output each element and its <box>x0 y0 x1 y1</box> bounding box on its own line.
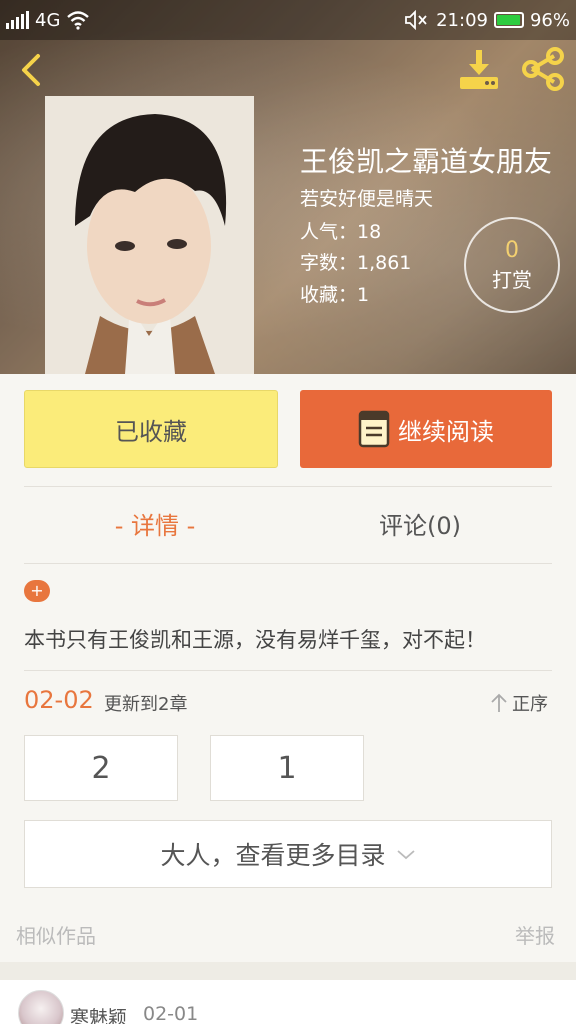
book-cover-image[interactable] <box>45 96 254 374</box>
update-date: 02-02 <box>24 686 94 714</box>
sort-order-label: 正序 <box>512 694 548 715</box>
favorited-button[interactable]: 已收藏 <box>24 390 278 468</box>
back-button[interactable] <box>12 48 52 92</box>
similar-works-heading: 相似作品 <box>16 924 96 948</box>
share-button[interactable] <box>518 46 568 92</box>
battery-icon <box>493 12 524 28</box>
more-chapters-label: 大人，查看更多目录 <box>160 841 386 870</box>
up-arrow-icon <box>491 693 507 712</box>
popularity-stat: 人气：18 <box>300 221 382 243</box>
tab-comments[interactable]: 评论(0) <box>350 506 490 541</box>
book-author[interactable]: 若安好便是晴天 <box>300 184 433 211</box>
favorites-stat: 收藏：1 <box>300 284 370 306</box>
download-button[interactable] <box>456 46 502 92</box>
sort-order-button[interactable]: 正序 <box>490 690 548 716</box>
status-bar: 4G 21:09 96% <box>0 0 576 40</box>
book-title: 王俊凯之霸道女朋友 <box>300 145 553 178</box>
report-link[interactable]: 举报 <box>515 920 555 949</box>
more-chapters-button[interactable]: 大人，查看更多目录 <box>24 820 552 888</box>
comment-date: 02-01 <box>143 1003 199 1024</box>
favorited-label: 已收藏 <box>115 417 187 446</box>
cover-portrait <box>45 96 254 374</box>
signal-icon <box>6 11 29 29</box>
mute-icon <box>405 10 427 30</box>
network-type: 4G <box>35 9 61 31</box>
tip-button[interactable]: 0 打赏 <box>464 217 560 313</box>
divider <box>24 670 552 671</box>
chevron-down-icon <box>396 850 415 860</box>
synopsis-text: 本书只有王俊凯和王源，没有易烊千玺，对不起！ <box>24 628 486 652</box>
tip-label: 打赏 <box>492 267 532 292</box>
divider <box>24 563 552 564</box>
expand-synopsis-button[interactable]: + <box>24 580 50 602</box>
battery-percent: 96% <box>529 9 570 31</box>
back-arrow-icon <box>22 54 40 86</box>
book-icon <box>358 410 390 448</box>
update-text: 更新到2章 <box>104 694 188 715</box>
chapter-button[interactable]: 1 <box>210 735 364 801</box>
comment-username[interactable]: 寒魅颖 <box>70 1003 127 1024</box>
word-count-stat: 字数：1,861 <box>300 252 412 274</box>
continue-reading-label: 继续阅读 <box>398 417 494 446</box>
continue-reading-button[interactable]: 继续阅读 <box>300 390 552 468</box>
section-separator <box>0 962 576 980</box>
clock: 21:09 <box>436 9 488 31</box>
divider <box>24 486 552 487</box>
chapter-button[interactable]: 2 <box>24 735 178 801</box>
top-toolbar <box>0 40 576 100</box>
wifi-icon <box>67 11 90 30</box>
battery-fill <box>496 15 521 25</box>
download-icon <box>460 50 498 89</box>
tip-count: 0 <box>505 237 519 263</box>
share-icon <box>522 47 564 91</box>
tab-detail[interactable]: - 详情 - <box>90 506 220 541</box>
